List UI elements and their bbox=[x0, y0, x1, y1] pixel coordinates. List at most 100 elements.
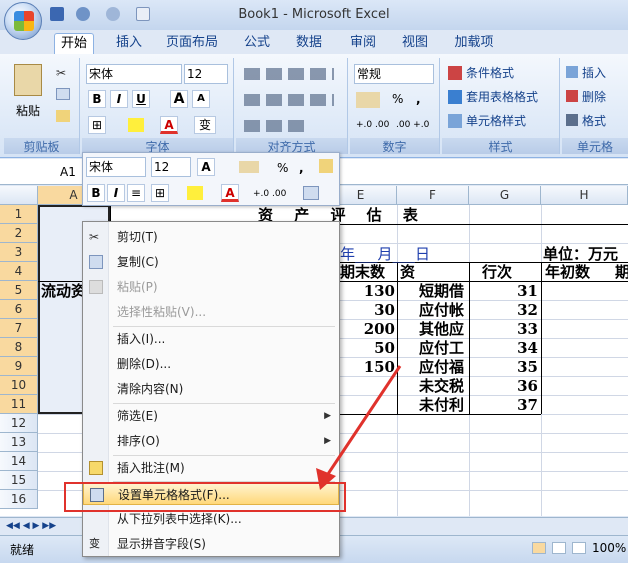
mini-format-painter-icon[interactable] bbox=[319, 159, 333, 173]
percent-button[interactable]: % bbox=[392, 90, 403, 108]
menu-item-label: 删除(D)... bbox=[117, 357, 172, 371]
row-header-4[interactable]: 4 bbox=[0, 262, 38, 281]
row-header-1[interactable]: 1 bbox=[0, 205, 38, 224]
tab-formulas[interactable]: 公式 bbox=[238, 33, 276, 54]
col-f-header: 资 bbox=[400, 263, 416, 281]
mini-bold-button[interactable]: B bbox=[87, 184, 105, 202]
row-header-9[interactable]: 9 bbox=[0, 357, 38, 376]
row-header-14[interactable]: 14 bbox=[0, 452, 38, 471]
conditional-format-icon bbox=[448, 66, 462, 80]
bold-button[interactable]: B bbox=[88, 90, 106, 108]
conditional-format-button[interactable]: 条件格式 bbox=[466, 64, 514, 82]
row-header-5[interactable]: 5 bbox=[0, 281, 38, 300]
copy-icon[interactable] bbox=[56, 88, 70, 100]
styles-label: 样式 bbox=[442, 138, 559, 154]
mini-increase-decimal-button[interactable]: +.0 .00 bbox=[253, 185, 286, 203]
mini-center-icon[interactable]: ≡ bbox=[127, 184, 145, 202]
row-header-3[interactable]: 3 bbox=[0, 243, 38, 262]
menu-item-insert[interactable]: 插入(I)... bbox=[83, 328, 339, 350]
increase-decimal-button[interactable]: +.0 .00 bbox=[356, 116, 389, 134]
save-icon[interactable] bbox=[50, 7, 64, 21]
tab-view[interactable]: 视图 bbox=[396, 33, 434, 54]
delete-cells-button[interactable]: 删除 bbox=[582, 88, 606, 106]
redo-icon[interactable] bbox=[106, 7, 120, 21]
indent-icons[interactable] bbox=[244, 120, 310, 132]
mini-font-color-button[interactable]: A bbox=[221, 184, 239, 202]
row-header-15[interactable]: 15 bbox=[0, 471, 38, 490]
cell-f5: 短期借 bbox=[419, 282, 465, 300]
row-header-13[interactable]: 13 bbox=[0, 433, 38, 452]
format-button[interactable]: 格式 bbox=[582, 112, 606, 130]
borders-icon[interactable]: ⊞ bbox=[88, 116, 106, 134]
format-as-table-button[interactable]: 套用表格格式 bbox=[466, 88, 538, 106]
tab-page-layout[interactable]: 页面布局 bbox=[162, 33, 222, 54]
decrease-decimal-button[interactable]: .00 +.0 bbox=[396, 116, 429, 134]
mini-size-select[interactable]: 12 bbox=[151, 157, 191, 177]
group-styles: 条件格式 套用表格格式 单元格样式 样式 bbox=[442, 58, 560, 154]
row-header-2[interactable]: 2 bbox=[0, 224, 38, 243]
row-header-7[interactable]: 7 bbox=[0, 319, 38, 338]
col-header-f[interactable]: F bbox=[397, 186, 469, 205]
font-size-select[interactable]: 12 bbox=[184, 64, 228, 84]
mini-borders-icon[interactable]: ⊞ bbox=[151, 184, 169, 202]
select-all-corner[interactable] bbox=[0, 186, 38, 205]
mini-font-select[interactable]: 宋体 bbox=[86, 157, 146, 177]
font-color-button[interactable]: A bbox=[160, 116, 178, 134]
italic-button[interactable]: I bbox=[110, 90, 128, 108]
menu-item-cut[interactable]: ✂ 剪切(T) bbox=[83, 226, 339, 248]
paste-button[interactable]: 粘贴 bbox=[16, 102, 40, 120]
cell-e8: 50 bbox=[374, 339, 395, 357]
page-layout-view-icon[interactable] bbox=[552, 542, 566, 554]
tab-review[interactable]: 审阅 bbox=[344, 33, 382, 54]
paste-icon[interactable] bbox=[14, 64, 42, 96]
menu-item-label: 选择性粘贴(V)... bbox=[117, 305, 207, 319]
vertical-align-icons[interactable] bbox=[244, 68, 334, 80]
cell-styles-button[interactable]: 单元格样式 bbox=[466, 112, 526, 130]
col-header-g[interactable]: G bbox=[469, 186, 541, 205]
office-button[interactable] bbox=[4, 2, 42, 40]
menu-item-copy[interactable]: 复制(C) bbox=[83, 251, 339, 273]
shrink-font-button[interactable]: A bbox=[192, 90, 210, 108]
grow-font-button[interactable]: A bbox=[170, 90, 188, 108]
format-painter-icon[interactable] bbox=[56, 110, 70, 122]
window-title: Book1 - Microsoft Excel bbox=[238, 7, 390, 22]
currency-icon[interactable] bbox=[356, 92, 380, 108]
number-format-select[interactable]: 常规 bbox=[354, 64, 434, 84]
sheet-nav-arrows-icon[interactable]: ◀◀ ◀ ▶ ▶▶ bbox=[6, 521, 56, 531]
mini-italic-button[interactable]: I bbox=[107, 184, 125, 202]
fill-color-icon[interactable] bbox=[128, 118, 144, 132]
mini-comma-button[interactable]: , bbox=[299, 159, 304, 177]
row-header-12[interactable]: 12 bbox=[0, 414, 38, 433]
mini-merge-icon[interactable] bbox=[303, 186, 319, 200]
font-family-select[interactable]: 宋体 bbox=[86, 64, 182, 84]
tab-addins[interactable]: 加载项 bbox=[448, 33, 500, 54]
row-header-8[interactable]: 8 bbox=[0, 338, 38, 357]
clipboard-label: 剪贴板 bbox=[4, 138, 79, 154]
menu-item-label: 剪切(T) bbox=[117, 230, 158, 244]
cells-label: 单元格 bbox=[562, 138, 628, 154]
zoom-level[interactable]: 100% bbox=[592, 541, 626, 555]
comma-button[interactable]: , bbox=[416, 90, 421, 108]
tab-insert[interactable]: 插入 bbox=[110, 33, 148, 54]
menu-item-show-phonetic[interactable]: 变 显示拼音字段(S) bbox=[83, 533, 339, 555]
undo-icon[interactable] bbox=[76, 7, 90, 21]
tab-data[interactable]: 数据 bbox=[290, 33, 328, 54]
mini-currency-icon[interactable] bbox=[239, 161, 259, 173]
horizontal-align-icons[interactable] bbox=[244, 94, 334, 106]
insert-cells-button[interactable]: 插入 bbox=[582, 64, 606, 82]
row-header-11[interactable]: 11 bbox=[0, 395, 38, 414]
page-break-view-icon[interactable] bbox=[572, 542, 586, 554]
row-header-16[interactable]: 16 bbox=[0, 490, 38, 509]
phonetic-button[interactable]: 变 bbox=[194, 116, 216, 134]
cut-icon[interactable]: ✂ bbox=[56, 66, 70, 80]
print-preview-icon[interactable] bbox=[136, 7, 150, 21]
tab-home[interactable]: 开始 bbox=[54, 33, 94, 54]
normal-view-icon[interactable] bbox=[532, 542, 546, 554]
mini-percent-button[interactable]: % bbox=[277, 159, 288, 177]
underline-button[interactable]: U bbox=[132, 90, 150, 108]
mini-grow-font-icon[interactable]: A bbox=[197, 158, 215, 176]
row-header-6[interactable]: 6 bbox=[0, 300, 38, 319]
mini-fill-color-icon[interactable] bbox=[187, 186, 203, 200]
col-header-h[interactable]: H bbox=[541, 186, 628, 205]
row-header-10[interactable]: 10 bbox=[0, 376, 38, 395]
